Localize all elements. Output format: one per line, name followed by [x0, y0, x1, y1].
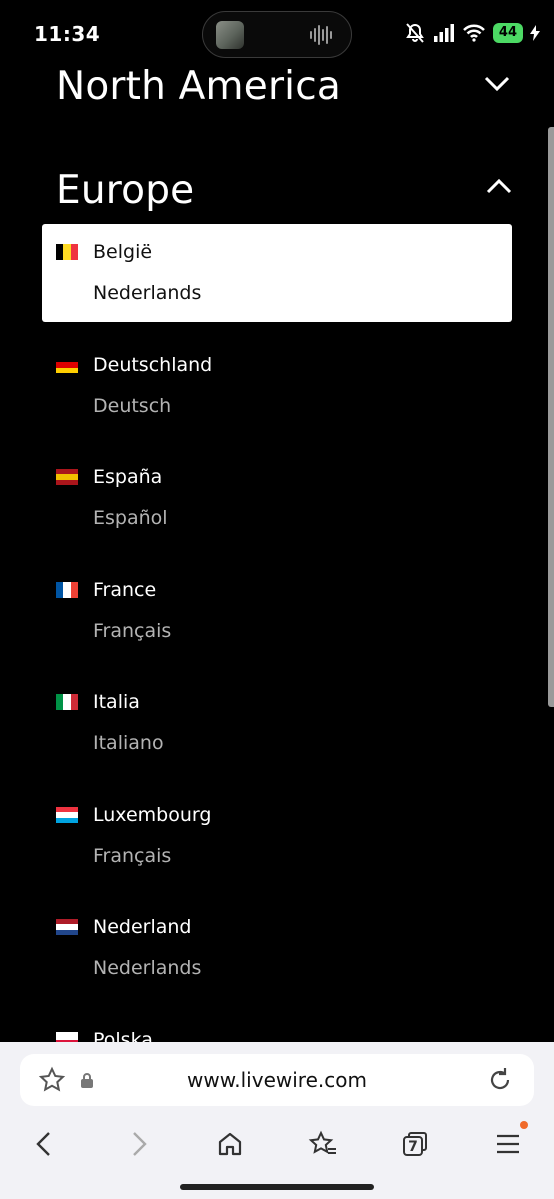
language-link[interactable]: Italiano — [93, 732, 164, 754]
hamburger-menu-icon — [497, 1134, 519, 1154]
tabs-button[interactable]: 7 — [395, 1124, 435, 1164]
status-time: 11:34 — [34, 22, 101, 46]
tab-count: 7 — [408, 1139, 418, 1155]
forward-button[interactable] — [119, 1124, 159, 1164]
flag-icon — [56, 469, 78, 485]
country-name: Nederland — [93, 916, 192, 938]
forward-arrow-icon — [133, 1132, 147, 1156]
list-item[interactable]: Luxembourg Français — [42, 787, 512, 885]
flag-icon — [56, 244, 78, 260]
country-name: Deutschland — [93, 354, 213, 376]
bookmarks-star-list-icon — [308, 1130, 336, 1154]
list-item[interactable]: Italia Italiano — [42, 674, 512, 772]
flag-icon — [56, 357, 78, 373]
country-name: France — [93, 579, 157, 601]
list-item[interactable]: Nederland Nederlands — [42, 899, 512, 997]
language-link[interactable]: Español — [93, 507, 168, 529]
url-text: www.livewire.com — [187, 1068, 367, 1092]
home-indicator[interactable] — [180, 1184, 374, 1190]
reload-icon[interactable] — [486, 1066, 514, 1094]
flag-icon — [56, 919, 78, 935]
flag-icon — [56, 694, 78, 710]
language-link[interactable]: Français — [93, 620, 171, 642]
menu-button[interactable] — [488, 1124, 528, 1164]
charging-bolt-icon — [530, 25, 540, 41]
country-name: België — [93, 241, 153, 263]
status-bar: 11:34 44 — [0, 0, 554, 70]
language-link[interactable]: Nederlands — [93, 957, 201, 979]
language-link[interactable]: Deutsch — [93, 395, 171, 417]
address-bar[interactable]: www.livewire.com — [20, 1054, 534, 1106]
bookmarks-button[interactable] — [303, 1124, 343, 1164]
notification-dot — [520, 1121, 528, 1129]
back-arrow-icon — [36, 1132, 50, 1156]
dynamic-island[interactable] — [202, 11, 352, 58]
media-thumbnail — [216, 21, 244, 49]
back-button[interactable] — [24, 1124, 64, 1164]
country-name: Italia — [93, 691, 140, 713]
battery-level: 44 — [492, 23, 523, 43]
audio-wave-icon — [310, 25, 332, 45]
silent-bell-icon — [406, 23, 424, 43]
list-item[interactable]: France Français — [42, 562, 512, 660]
language-link[interactable]: Français — [93, 845, 171, 867]
cell-signal-icon — [433, 24, 454, 42]
browser-toolbar: www.livewire.com 7 — [0, 1042, 554, 1199]
flag-icon — [56, 582, 78, 598]
list-item[interactable]: België Nederlands — [42, 224, 512, 322]
language-link[interactable]: Nederlands — [93, 282, 201, 304]
chevron-up-icon[interactable] — [485, 177, 513, 195]
page-scrollbar[interactable] — [548, 127, 554, 707]
chevron-down-icon[interactable] — [483, 75, 511, 93]
region-europe[interactable]: Europe — [56, 168, 194, 213]
list-item[interactable]: Deutschland Deutsch — [42, 337, 512, 435]
region-north-america[interactable]: North America — [56, 64, 341, 109]
wifi-icon — [463, 24, 485, 42]
home-button[interactable] — [210, 1124, 250, 1164]
flag-icon — [56, 807, 78, 823]
system-icons: 44 — [404, 20, 540, 46]
country-name: España — [93, 466, 163, 488]
list-item[interactable]: España Español — [42, 449, 512, 547]
country-name: Luxembourg — [93, 804, 212, 826]
home-icon — [218, 1132, 242, 1156]
